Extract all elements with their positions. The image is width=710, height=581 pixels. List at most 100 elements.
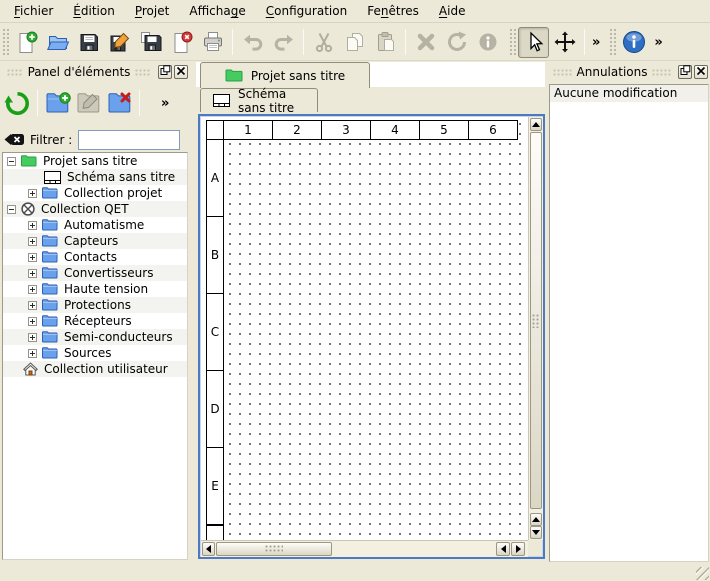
tree-item[interactable]: Collection QET	[3, 201, 187, 217]
vertical-splitter[interactable]	[189, 62, 197, 560]
vertical-scrollbar[interactable]	[528, 117, 543, 540]
tree-item[interactable]: Haute tension	[3, 281, 187, 297]
menu-1[interactable]: Édition	[63, 1, 125, 21]
save-all-button[interactable]	[135, 27, 166, 58]
elements-panel-header[interactable]: Panel d'éléments	[2, 63, 188, 81]
rotate-button[interactable]	[441, 27, 472, 58]
filter-row: Filtrer :	[2, 127, 188, 152]
tree-item[interactable]: Contacts	[3, 249, 187, 265]
tree-item[interactable]: Capteurs	[3, 233, 187, 249]
save-button[interactable]	[73, 27, 104, 58]
tree-item[interactable]: Protections	[3, 297, 187, 313]
vertical-scroll-thumb[interactable]	[530, 132, 542, 509]
expand-icon[interactable]	[28, 269, 37, 278]
dock-grip	[135, 69, 151, 76]
scroll-right-button[interactable]	[511, 542, 525, 556]
menu-6[interactable]: Aide	[429, 1, 476, 21]
toolbar-overflow-button[interactable]: »	[651, 35, 665, 50]
close-panel-button[interactable]	[174, 65, 188, 79]
tree-item[interactable]: Semi-conducteurs	[3, 329, 187, 345]
tree-item[interactable]: Récepteurs	[3, 313, 187, 329]
scroll-down-button[interactable]	[530, 526, 542, 539]
about-qet-button[interactable]	[618, 27, 649, 58]
diagram-canvas[interactable]: 123456 ABCDE	[201, 117, 528, 540]
new-document-button[interactable]	[11, 27, 42, 58]
panel-toolbar-overflow-button[interactable]: »	[158, 96, 172, 111]
elements-tree[interactable]: Projet sans titreSchéma sans titreCollec…	[2, 152, 188, 560]
menu-3[interactable]: Affichage	[179, 1, 255, 21]
expand-icon[interactable]	[28, 349, 37, 358]
diagram-tab-label: Schéma sans titre	[238, 87, 305, 115]
scroll-left-button[interactable]	[496, 542, 510, 556]
toolbar-overflow-button[interactable]: »	[589, 35, 603, 50]
undo-history-list[interactable]: Aucune modification	[549, 84, 709, 562]
toolbar-drag-handle[interactable]	[2, 28, 9, 56]
edit-category-button[interactable]	[73, 88, 104, 119]
filter-input[interactable]	[78, 130, 180, 150]
expand-icon[interactable]	[28, 301, 37, 310]
float-panel-button[interactable]	[678, 65, 692, 79]
toolbar-separator	[405, 29, 406, 55]
reload-collections-button[interactable]	[2, 88, 33, 119]
tree-item[interactable]: Projet sans titre	[3, 153, 187, 169]
tree-item[interactable]: Collection projet	[3, 185, 187, 201]
menu-4[interactable]: Configuration	[256, 1, 357, 21]
move-tool-button[interactable]	[549, 27, 580, 58]
horizontal-scrollbar[interactable]	[201, 540, 528, 557]
expand-icon[interactable]	[28, 253, 37, 262]
expand-icon[interactable]	[28, 317, 37, 326]
undo-list-item[interactable]: Aucune modification	[550, 85, 708, 102]
expand-icon[interactable]	[28, 237, 37, 246]
tree-item-label: Sources	[64, 345, 111, 361]
collapse-icon[interactable]	[7, 157, 16, 166]
expand-icon[interactable]	[28, 189, 37, 198]
undo-button[interactable]	[237, 27, 268, 58]
tree-item-label: Contacts	[64, 249, 117, 265]
menu-2[interactable]: Projet	[125, 1, 180, 21]
expand-icon[interactable]	[28, 221, 37, 230]
window-resize-grip[interactable]	[696, 567, 709, 580]
about-qet-icon	[621, 29, 647, 55]
float-panel-button[interactable]	[158, 65, 172, 79]
open-document-button[interactable]	[42, 27, 73, 58]
scroll-up-button[interactable]	[530, 513, 542, 526]
diagram-tab[interactable]: Schéma sans titre	[200, 88, 318, 112]
new-category-button[interactable]	[42, 88, 73, 119]
information-button[interactable]	[472, 27, 503, 58]
toolbar-separator	[303, 29, 304, 55]
delete-button[interactable]	[410, 27, 441, 58]
tree-item[interactable]: Schéma sans titre	[3, 169, 187, 185]
toolbar-drag-handle[interactable]	[609, 28, 616, 56]
tree-item[interactable]: Automatisme	[3, 217, 187, 233]
paste-button[interactable]	[370, 27, 401, 58]
paste-icon	[374, 30, 398, 54]
tree-item[interactable]: Sources	[3, 345, 187, 361]
print-button[interactable]	[197, 27, 228, 58]
select-tool-button[interactable]	[518, 27, 549, 58]
cut-button[interactable]	[308, 27, 339, 58]
tree-item[interactable]: Convertisseurs	[3, 265, 187, 281]
undo-panel-header[interactable]: Annulations	[548, 63, 708, 81]
copy-button[interactable]	[339, 27, 370, 58]
collapse-icon[interactable]	[7, 205, 16, 214]
expand-icon[interactable]	[28, 285, 37, 294]
project-tab[interactable]: Projet sans titre	[200, 62, 370, 88]
scroll-left-button[interactable]	[202, 542, 215, 556]
save-as-button[interactable]	[104, 27, 135, 58]
arrow-left-icon	[501, 545, 506, 553]
close-file-button[interactable]	[166, 27, 197, 58]
tree-item-label: Récepteurs	[64, 313, 132, 329]
scroll-up-button[interactable]	[530, 118, 542, 131]
redo-button[interactable]	[268, 27, 299, 58]
expand-icon[interactable]	[28, 333, 37, 342]
horizontal-scroll-thumb[interactable]	[216, 542, 332, 556]
toolbar-drag-handle[interactable]	[509, 28, 516, 56]
close-panel-button[interactable]	[694, 65, 708, 79]
menu-5[interactable]: Fenêtres	[357, 1, 429, 21]
menu-0[interactable]: Fichier	[4, 1, 63, 21]
tree-item[interactable]: Collection utilisateur	[3, 361, 187, 377]
diagram-row-header: E	[206, 447, 224, 525]
clear-filter-button[interactable]	[2, 129, 26, 151]
reload-icon	[4, 90, 31, 117]
delete-category-button[interactable]	[104, 88, 135, 119]
